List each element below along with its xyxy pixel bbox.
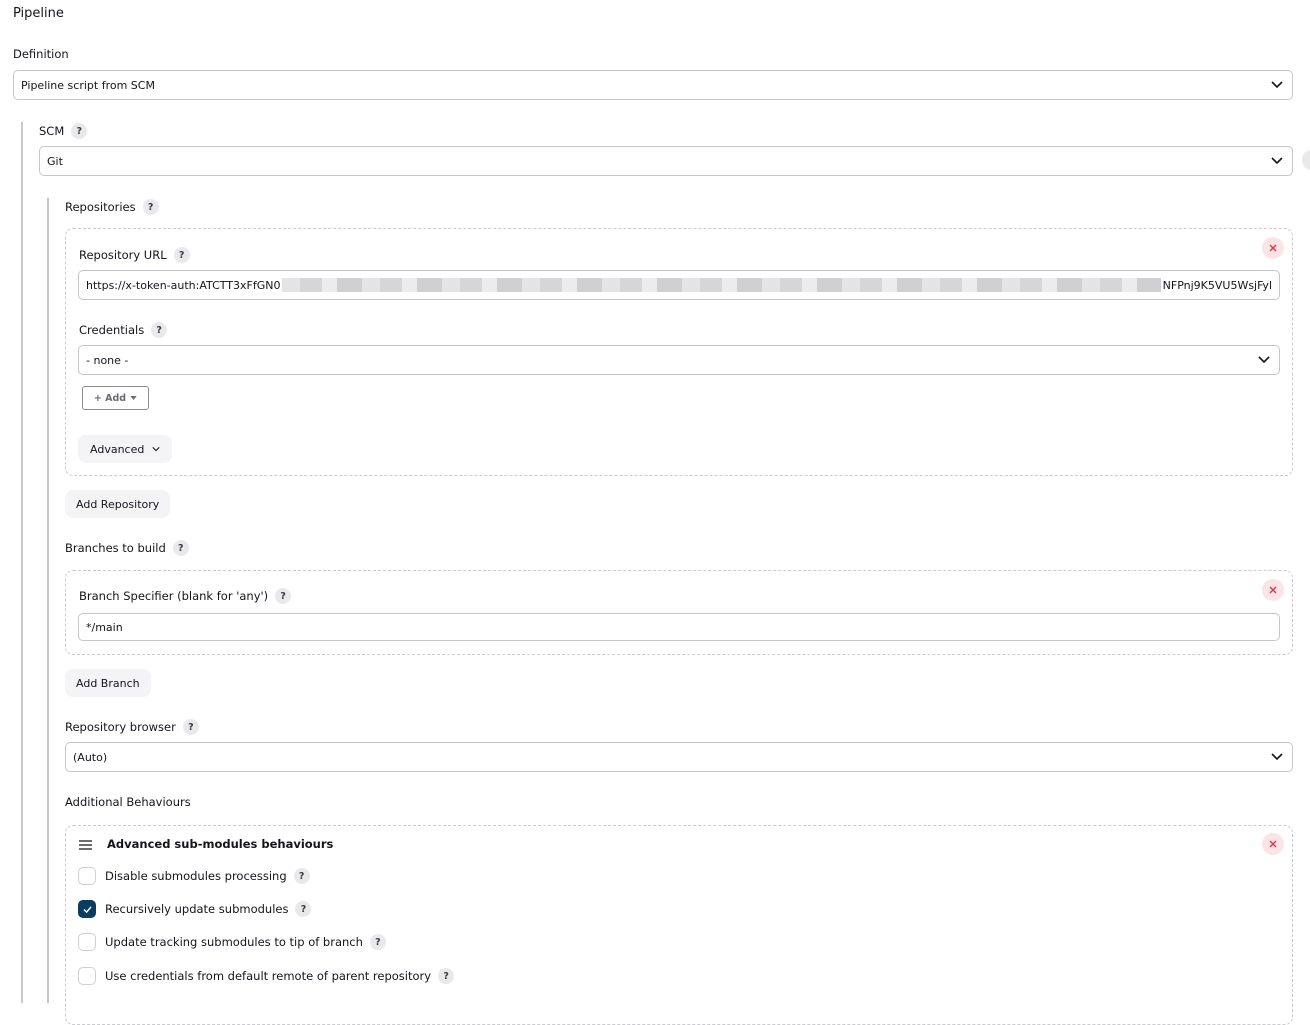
repository-url-help-icon[interactable]: ? [173, 247, 190, 263]
credentials-label: Credentials ? [79, 322, 168, 338]
parent-credentials-checkbox[interactable] [78, 967, 96, 985]
repository-url-label-text: Repository URL [79, 248, 167, 262]
submodules-card [65, 825, 1293, 1025]
add-branch-button[interactable]: Add Branch [65, 669, 151, 697]
chevron-down-icon [1271, 81, 1283, 89]
close-icon [1269, 840, 1277, 848]
scm-label: SCM ? [39, 123, 88, 139]
definition-label-text: Definition [13, 47, 69, 61]
chevron-down-icon [1271, 157, 1283, 165]
tracking-submodules-label: Update tracking submodules to tip of bra… [105, 935, 363, 949]
check-icon [83, 905, 92, 913]
close-icon [1269, 244, 1277, 252]
nesting-line-scm [21, 122, 23, 1003]
disable-submodules-checkbox[interactable] [78, 867, 96, 885]
tracking-submodules-option: Update tracking submodules to tip of bra… [105, 933, 386, 951]
recursive-submodules-option: Recursively update submodules ? [105, 900, 312, 918]
scm-help-icon[interactable]: ? [71, 123, 88, 139]
remove-branch-button[interactable] [1262, 579, 1284, 601]
branch-specifier-input[interactable]: */main [78, 613, 1280, 641]
parent-credentials-label: Use credentials from default remote of p… [105, 969, 432, 983]
branch-specifier-label-text: Branch Specifier (blank for 'any') [79, 589, 269, 603]
tracking-submodules-checkbox[interactable] [78, 933, 96, 951]
repository-url-label: Repository URL ? [79, 247, 190, 263]
scm-select[interactable]: Git [39, 146, 1293, 176]
add-repository-label: Add Repository [76, 497, 160, 511]
remove-repository-button[interactable] [1262, 237, 1284, 259]
branches-label: Branches to build ? [65, 540, 189, 556]
chevron-down-icon [1271, 753, 1283, 761]
branch-specifier-help-icon[interactable]: ? [275, 588, 292, 604]
section-title: Pipeline [13, 6, 64, 21]
remove-submodules-behaviour-button[interactable] [1262, 833, 1284, 855]
parent-credentials-option: Use credentials from default remote of p… [105, 967, 455, 985]
chevron-down-icon [152, 447, 160, 452]
branch-specifier-value: */main [86, 620, 123, 634]
tracking-submodules-help-icon[interactable]: ? [369, 934, 386, 950]
recursive-submodules-checkbox[interactable] [78, 900, 96, 918]
repository-browser-label: Repository browser ? [65, 719, 199, 735]
definition-select[interactable]: Pipeline script from SCM [13, 70, 1293, 100]
add-credentials-label: + Add [93, 392, 127, 404]
advanced-label: Advanced [90, 442, 145, 456]
disable-submodules-help-icon[interactable]: ? [293, 868, 310, 884]
credentials-label-text: Credentials [79, 323, 145, 337]
disable-submodules-option: Disable submodules processing ? [105, 867, 310, 885]
branches-label-text: Branches to build [65, 541, 166, 555]
additional-behaviours-label: Additional Behaviours [65, 795, 191, 809]
additional-behaviours-label-text: Additional Behaviours [65, 795, 191, 809]
scm-selected-value: Git [47, 154, 63, 168]
credentials-help-icon[interactable]: ? [151, 322, 168, 338]
parent-credentials-help-icon[interactable]: ? [438, 968, 455, 984]
add-repository-button[interactable]: Add Repository [65, 490, 171, 518]
caret-down-icon [130, 396, 137, 400]
advanced-button[interactable]: Advanced [78, 435, 173, 463]
branch-specifier-label: Branch Specifier (blank for 'any') ? [79, 588, 292, 604]
close-icon [1269, 586, 1277, 594]
chevron-down-icon [1258, 356, 1270, 364]
repositories-help-icon[interactable]: ? [142, 199, 159, 215]
redacted-token [282, 278, 1161, 292]
scm-select-help-icon[interactable] [1302, 150, 1310, 170]
drag-handle-icon[interactable] [79, 840, 92, 850]
disable-submodules-label: Disable submodules processing [105, 869, 287, 883]
repositories-label-text: Repositories [65, 200, 136, 214]
repository-browser-help-icon[interactable]: ? [182, 719, 199, 735]
repository-url-input[interactable]: https://x-token-auth:ATCTT3xFfGN0 NFPnj9… [78, 270, 1280, 300]
add-credentials-button[interactable]: + Add [82, 386, 149, 410]
recursive-submodules-label: Recursively update submodules [105, 902, 289, 916]
submodules-title: Advanced sub-modules behaviours [107, 837, 334, 851]
definition-selected-value: Pipeline script from SCM [21, 78, 155, 92]
repository-url-value-end: NFPnj9K5VU5WsjFyl [1162, 278, 1272, 292]
definition-label: Definition [13, 47, 69, 61]
repository-browser-selected-value: (Auto) [73, 750, 108, 764]
repositories-label: Repositories ? [65, 199, 159, 215]
repository-browser-label-text: Repository browser [65, 720, 176, 734]
credentials-selected-value: - none - [86, 353, 129, 367]
credentials-select[interactable]: - none - [78, 345, 1280, 375]
recursive-submodules-help-icon[interactable]: ? [295, 901, 312, 917]
branches-help-icon[interactable]: ? [172, 540, 189, 556]
repository-browser-select[interactable]: (Auto) [65, 742, 1293, 772]
add-branch-label: Add Branch [76, 676, 140, 690]
nesting-line-git [47, 198, 49, 1003]
repository-url-value-start: https://x-token-auth:ATCTT3xFfGN0 [86, 278, 281, 292]
scm-label-text: SCM [39, 124, 65, 138]
